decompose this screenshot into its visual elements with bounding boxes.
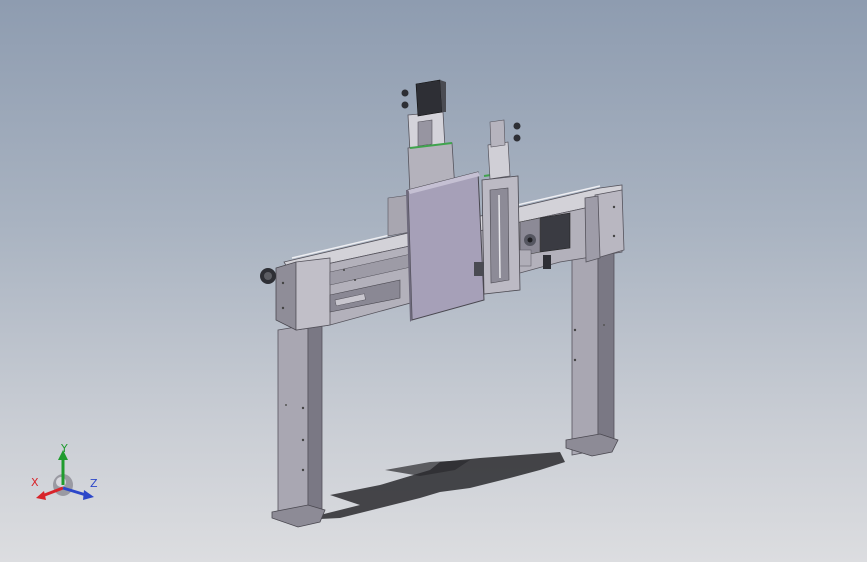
left-leg bbox=[271, 321, 326, 528]
orientation-triad: X Y Z bbox=[28, 440, 108, 510]
z-axis-label: Z bbox=[90, 477, 98, 490]
right-leg bbox=[565, 251, 619, 457]
triad-arrows bbox=[36, 450, 94, 500]
z-axis-front bbox=[474, 119, 521, 295]
graphics-viewport[interactable]: X Y Z bbox=[0, 0, 867, 562]
gantry-model[interactable] bbox=[0, 0, 867, 562]
x-axis-label: X bbox=[31, 476, 39, 489]
y-axis-label: Y bbox=[61, 442, 68, 455]
carriage-plate bbox=[406, 171, 485, 322]
